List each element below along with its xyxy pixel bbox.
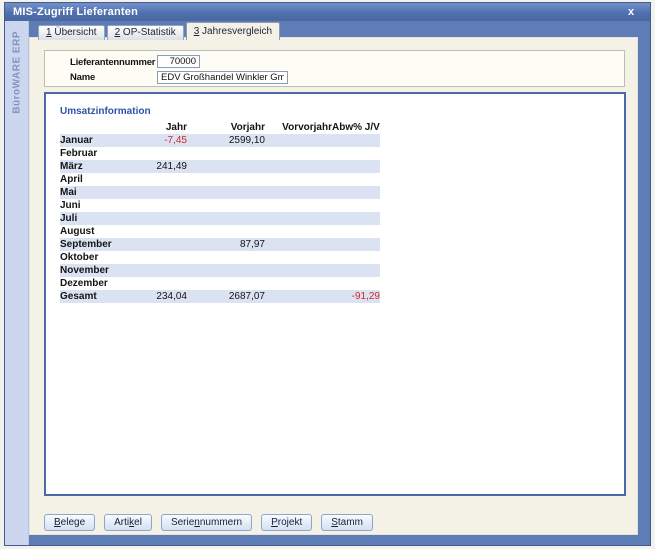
projekt-button[interactable]: Projekt	[261, 514, 312, 531]
belege-button[interactable]: Belege	[44, 514, 95, 531]
table-row: Oktober	[60, 251, 380, 264]
tab-bar: 1 Übersicht 2 OP-Statistik 3 Jahresvergl…	[38, 22, 282, 40]
supplier-number-input[interactable]	[157, 55, 200, 68]
close-icon[interactable]: x	[628, 7, 642, 18]
table-row: November	[60, 264, 380, 277]
table-row: Januar-7,452599,10	[60, 134, 380, 147]
table-row: Juni	[60, 199, 380, 212]
stamm-button[interactable]: Stamm	[321, 514, 373, 531]
table-row: August	[60, 225, 380, 238]
tab-jahresvergleich[interactable]: 3 Jahresvergleich	[186, 22, 280, 40]
col-abw: Abw% J/VJ	[332, 121, 380, 134]
supplier-name-input[interactable]	[157, 71, 288, 84]
tab-op-statistik[interactable]: 2 OP-Statistik	[107, 25, 184, 40]
brand-text: BüroWARE ERP	[11, 31, 22, 114]
umsatz-table: Jahr Vorjahr Vorvorjahr Abw% J/VJ Januar…	[60, 121, 380, 303]
section-title: Umsatzinformation	[60, 106, 151, 117]
col-vorvorjahr: Vorvorjahr	[265, 121, 332, 134]
table-row: Juli	[60, 212, 380, 225]
app-window: MIS-Zugriff Lieferanten x BüroWARE ERP 1…	[4, 2, 651, 546]
window-body: BüroWARE ERP 1 Übersicht 2 OP-Statistik …	[5, 21, 650, 545]
desktop-margin: MIS-Zugriff Lieferanten x BüroWARE ERP 1…	[0, 0, 655, 549]
table-row: März241,49	[60, 160, 380, 173]
col-jahr: Jahr	[122, 121, 187, 134]
supplier-form: Lieferantennummer Name	[44, 50, 625, 87]
brand-sidebar: BüroWARE ERP	[5, 21, 29, 545]
artikel-button[interactable]: Artikel	[104, 514, 152, 531]
tab-uebersicht[interactable]: 1 Übersicht	[38, 25, 105, 40]
table-row: Februar	[60, 147, 380, 160]
table-header-row: Jahr Vorjahr Vorvorjahr Abw% J/VJ	[60, 121, 380, 134]
titlebar: MIS-Zugriff Lieferanten x	[5, 3, 650, 21]
seriennummern-button[interactable]: Seriennummern	[161, 514, 252, 531]
footer-buttons: Belege Artikel Seriennummern Projekt Sta…	[44, 514, 373, 531]
col-month	[60, 121, 122, 134]
table-row: Dezember	[60, 277, 380, 290]
window-title: MIS-Zugriff Lieferanten	[13, 6, 138, 18]
table-row: September87,97	[60, 238, 380, 251]
supplier-name-label: Name	[70, 72, 95, 83]
supplier-number-label: Lieferantennummer	[70, 57, 155, 68]
content-panel: Lieferantennummer Name Umsatzinformation…	[29, 37, 638, 535]
col-vorjahr: Vorjahr	[187, 121, 265, 134]
table-row: Mai	[60, 186, 380, 199]
table-row: April	[60, 173, 380, 186]
umsatz-panel: Umsatzinformation Jahr Vorjahr Vorvorjah…	[44, 92, 626, 496]
table-row-total: Gesamt234,042687,07-91,29	[60, 290, 380, 303]
